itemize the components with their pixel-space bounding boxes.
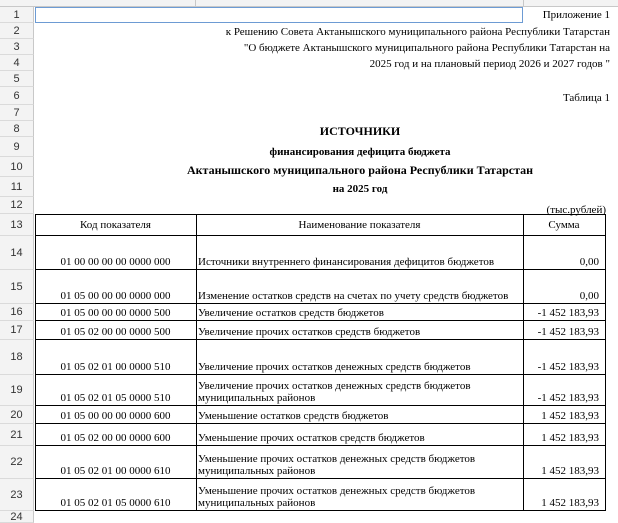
table-number-label: Таблица 1 bbox=[562, 92, 610, 104]
row-number[interactable]: 15 bbox=[0, 270, 34, 304]
table-cell-sum[interactable]: -1 452 183,93 bbox=[523, 340, 606, 375]
table-cell-sum[interactable]: 0,00 bbox=[523, 236, 606, 270]
column-header-b[interactable]: B bbox=[352, 0, 359, 2]
decision-line: к Решению Совета Актанышского муниципаль… bbox=[225, 26, 610, 38]
row-number[interactable]: 9 bbox=[0, 137, 34, 157]
row-number[interactable]: 1 bbox=[0, 7, 34, 23]
table-cell-sum[interactable]: 1 452 183,93 bbox=[523, 446, 606, 479]
table-cell-name[interactable]: Изменение остатков средств на счетах по … bbox=[196, 270, 524, 304]
row-number[interactable]: 7 bbox=[0, 105, 34, 121]
table-cell-sum[interactable]: -1 452 183,93 bbox=[523, 375, 606, 406]
period-line: 2025 год и на плановый период 2026 и 202… bbox=[369, 58, 610, 70]
row-number[interactable]: 16 bbox=[0, 304, 34, 321]
row-number[interactable]: 4 bbox=[0, 55, 34, 71]
column-name-header[interactable]: Наименование показателя bbox=[196, 214, 524, 236]
column-code-header[interactable]: Код показателя bbox=[35, 214, 197, 236]
table-cell-code[interactable]: 01 05 02 01 00 0000 610 bbox=[35, 446, 197, 479]
table-cell-name[interactable]: Источники внутреннего финансирования деф… bbox=[196, 236, 524, 270]
table-cell-sum[interactable]: 0,00 bbox=[523, 270, 606, 304]
table-cell-code[interactable]: 01 00 00 00 00 0000 000 bbox=[35, 236, 197, 270]
table-cell-name[interactable]: Уменьшение остатков средств бюджетов bbox=[196, 406, 524, 424]
row-number[interactable]: 8 bbox=[0, 121, 34, 137]
title-sources: ИСТОЧНИКИ bbox=[319, 124, 401, 138]
row-number[interactable]: 13 bbox=[0, 214, 34, 236]
row-number[interactable]: 22 bbox=[0, 446, 34, 479]
table-cell-name[interactable]: Уменьшение прочих остатков средств бюдже… bbox=[196, 424, 524, 446]
title-deficit-financing: финансирования дефицита бюджета bbox=[269, 146, 451, 158]
table-cell-code[interactable]: 01 05 02 01 05 0000 510 bbox=[35, 375, 197, 406]
row-number[interactable]: 14 bbox=[0, 236, 34, 270]
appendix-label: Приложение 1 bbox=[542, 9, 610, 21]
title-year: на 2025 год bbox=[332, 183, 388, 195]
row-number[interactable]: 5 bbox=[0, 71, 34, 87]
row-number[interactable]: 10 bbox=[0, 157, 34, 177]
table-cell-code[interactable]: 01 05 02 00 00 0000 600 bbox=[35, 424, 197, 446]
table-cell-name[interactable]: Увеличение остатков средств бюджетов bbox=[196, 304, 524, 321]
row-number[interactable]: 20 bbox=[0, 406, 34, 424]
column-header-c[interactable]: C bbox=[596, 0, 603, 2]
table-cell-sum[interactable]: 1 452 183,93 bbox=[523, 424, 606, 446]
title-district: Актанышского муниципального района Респу… bbox=[186, 163, 534, 177]
table-cell-code[interactable]: 01 05 00 00 00 0000 000 bbox=[35, 270, 197, 304]
budget-title-line: "О бюджете Актанышского муниципального р… bbox=[243, 42, 610, 54]
table-cell-name[interactable]: Увеличение прочих остатков денежных сред… bbox=[196, 375, 524, 406]
row-number[interactable]: 18 bbox=[0, 340, 34, 375]
table-cell-sum[interactable]: -1 452 183,93 bbox=[523, 304, 606, 321]
column-sum-header[interactable]: Сумма bbox=[523, 214, 606, 236]
table-cell-code[interactable]: 01 05 00 00 00 0000 500 bbox=[35, 304, 197, 321]
row-number[interactable]: 19 bbox=[0, 375, 34, 406]
table-cell-code[interactable]: 01 05 00 00 00 0000 600 bbox=[35, 406, 197, 424]
row-number[interactable]: 12 bbox=[0, 197, 34, 214]
table-cell-name[interactable]: Уменьшение прочих остатков денежных сред… bbox=[196, 446, 524, 479]
table-cell-sum[interactable]: -1 452 183,93 bbox=[523, 321, 606, 340]
row-number[interactable]: 3 bbox=[0, 39, 34, 55]
row-number[interactable]: 21 bbox=[0, 424, 34, 446]
table-cell-sum[interactable]: 1 452 183,93 bbox=[523, 479, 606, 511]
row-number[interactable]: 17 bbox=[0, 321, 34, 340]
row-number[interactable]: 6 bbox=[0, 87, 34, 105]
column-header-bar: A B C bbox=[0, 0, 618, 7]
table-cell-code[interactable]: 01 05 02 01 00 0000 510 bbox=[35, 340, 197, 375]
table-cell-name[interactable]: Уменьшение прочих остатков денежных сред… bbox=[196, 479, 524, 511]
selected-cell-outline[interactable] bbox=[35, 7, 523, 23]
table-cell-code[interactable]: 01 05 02 01 05 0000 610 bbox=[35, 479, 197, 511]
row-number[interactable]: 24 bbox=[0, 511, 34, 523]
row-number[interactable]: 23 bbox=[0, 479, 34, 511]
column-divider[interactable] bbox=[523, 0, 524, 6]
table-cell-name[interactable]: Увеличение прочих остатков средств бюдже… bbox=[196, 321, 524, 340]
table-cell-code[interactable]: 01 05 02 00 00 0000 500 bbox=[35, 321, 197, 340]
column-divider[interactable] bbox=[195, 0, 196, 6]
row-number[interactable]: 2 bbox=[0, 23, 34, 39]
column-header-a[interactable]: A bbox=[110, 0, 117, 2]
table-cell-name[interactable]: Увеличение прочих остатков денежных сред… bbox=[196, 340, 524, 375]
table-cell-sum[interactable]: 1 452 183,93 bbox=[523, 406, 606, 424]
row-number[interactable]: 11 bbox=[0, 177, 34, 197]
